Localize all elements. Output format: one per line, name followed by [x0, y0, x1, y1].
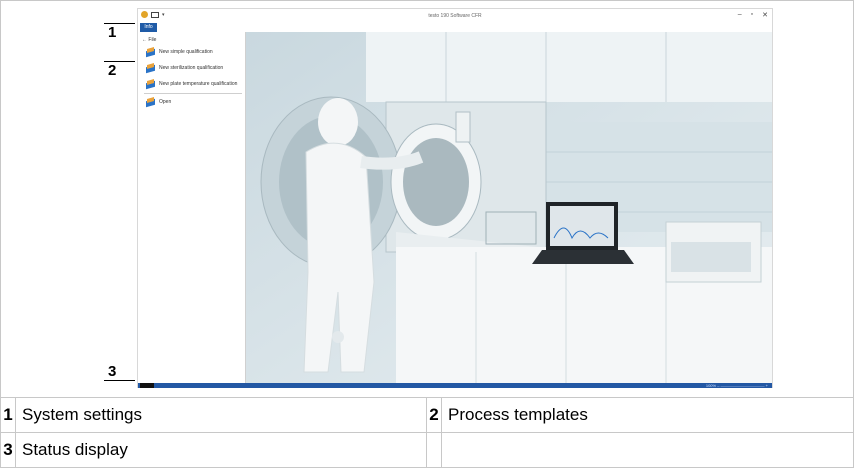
tab-info[interactable]: Info	[140, 23, 157, 32]
legend-number: 1	[0, 397, 16, 433]
legend-text: System settings	[15, 397, 427, 433]
sidebar-item-new-simple-qualification[interactable]: New simple qualification	[146, 46, 213, 58]
callout-2-line	[104, 61, 135, 62]
sidebar-item-label: New sterilization qualification	[159, 65, 224, 71]
callout-3-label: 3	[108, 363, 117, 380]
legend-number	[426, 432, 442, 468]
callout-2-label: 2	[108, 62, 117, 79]
window-title: testo 190 Software CFR	[428, 13, 482, 19]
sidebar-item-label: Open	[159, 99, 172, 105]
legend-number: 2	[426, 397, 442, 433]
minimize-button[interactable]: –	[738, 11, 742, 19]
status-indicator	[140, 383, 154, 388]
laboratory-photo	[246, 32, 772, 383]
sidebar-item-open[interactable]: Open	[146, 96, 171, 108]
legend-text	[441, 432, 854, 468]
sidebar-item-new-sterilization-qualification[interactable]: New sterilization qualification	[146, 62, 223, 74]
sidebar-header[interactable]: ← File	[142, 37, 156, 43]
close-button[interactable]: ✕	[762, 11, 768, 19]
book-icon	[146, 64, 155, 73]
sidebar-item-label: New plate temperature qualification	[159, 81, 238, 87]
ribbon-tabs: Info	[138, 23, 772, 32]
status-bar: 100% – ——————————— +	[138, 383, 772, 388]
laboratory-illustration	[246, 32, 772, 383]
sidebar-header-label: File	[148, 37, 157, 43]
title-bar: ▾ testo 190 Software CFR – ▫ ✕	[138, 9, 772, 23]
app-window: ▾ testo 190 Software CFR – ▫ ✕ Info ← Fi…	[137, 8, 773, 388]
book-icon	[146, 48, 155, 57]
legend-number: 3	[0, 432, 16, 468]
legend-text: Process templates	[441, 397, 854, 433]
book-icon	[146, 80, 155, 89]
legend-table: 1 System settings 2 Process templates 3 …	[0, 397, 854, 468]
legend-text: Status display	[15, 432, 427, 468]
book-open-icon	[146, 98, 155, 107]
zoom-level[interactable]: 100% – ——————————— +	[706, 383, 768, 388]
table-row: 1 System settings 2 Process templates	[0, 397, 854, 433]
sidebar-item-label: New simple qualification	[159, 49, 213, 55]
restore-button[interactable]: ▫	[751, 11, 753, 19]
window-controls: – ▫ ✕	[738, 11, 768, 19]
zoom-level-label: 100%	[705, 383, 717, 388]
callout-1-line	[104, 23, 135, 24]
callout-3-line	[104, 380, 135, 381]
table-row: 3 Status display	[0, 432, 854, 468]
callout-1-label: 1	[108, 24, 117, 41]
sidebar-divider	[144, 93, 242, 94]
callout-3: 3	[104, 363, 135, 381]
sidebar-item-new-plate-temperature-qualification[interactable]: New plate temperature qualification	[146, 78, 237, 90]
file-sidebar: ← File New simple qualification New ster…	[138, 32, 246, 383]
callout-1: 1	[104, 23, 135, 41]
callout-2: 2	[104, 61, 135, 79]
